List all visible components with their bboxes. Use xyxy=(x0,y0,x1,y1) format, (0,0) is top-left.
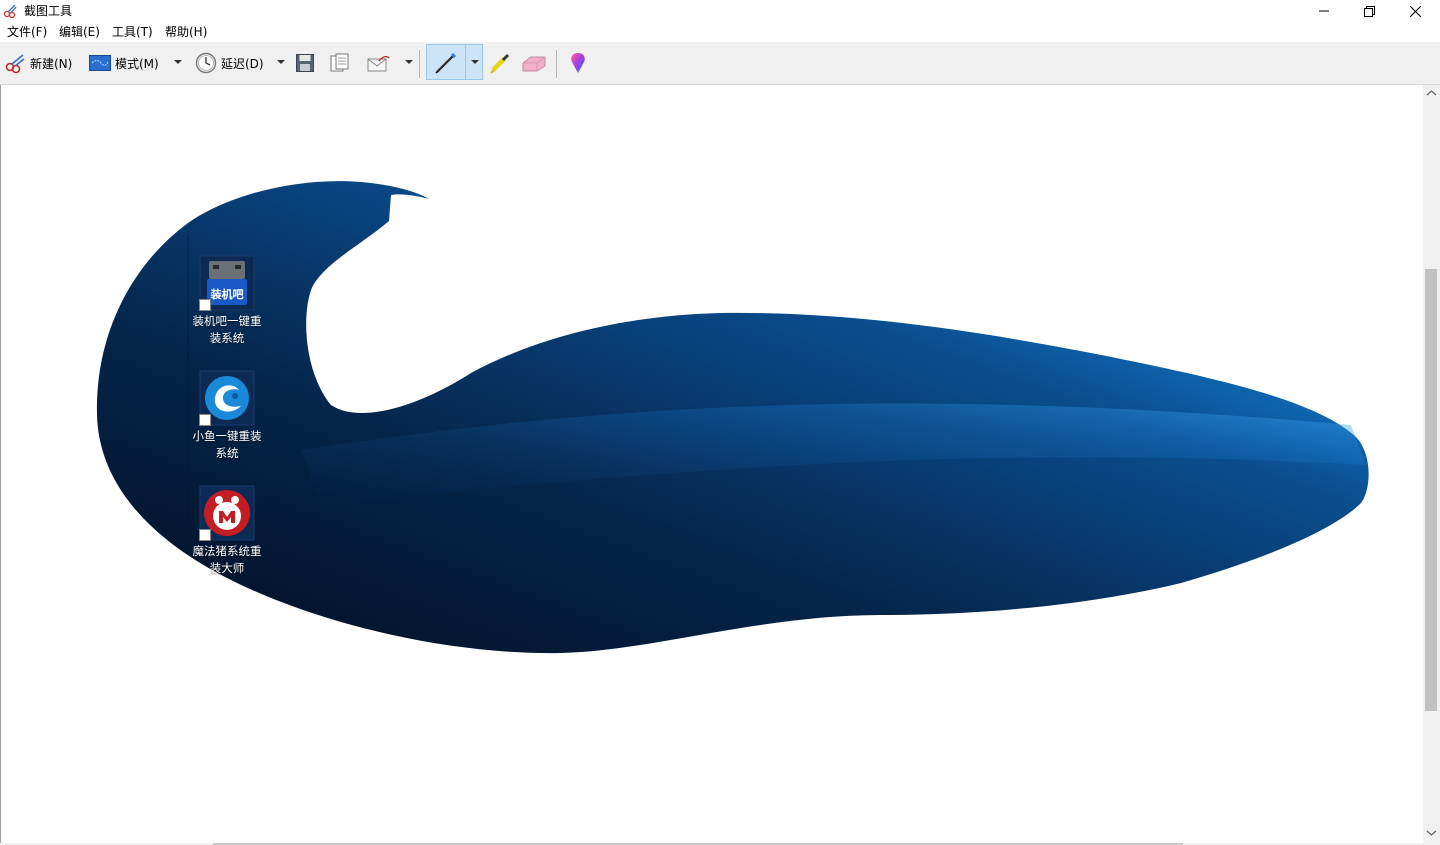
highlighter-button[interactable] xyxy=(489,42,511,84)
desktop-icon-label-line1: 小鱼一键重装 xyxy=(192,429,262,443)
copy-button[interactable] xyxy=(330,42,350,84)
toolbar-separator xyxy=(419,50,420,78)
window-title: 截图工具 xyxy=(24,4,73,18)
menu-file[interactable]: 文件(F) xyxy=(7,24,47,40)
restore-button[interactable] xyxy=(1346,0,1392,22)
title-bar: 截图工具 xyxy=(0,0,1440,22)
pen-dropdown-arrow[interactable] xyxy=(471,60,479,64)
delay-dropdown-arrow[interactable] xyxy=(277,60,285,64)
email-dropdown-arrow[interactable] xyxy=(405,60,413,64)
snipping-tool-window: 截图工具 文件(F) 编辑(E) 工具(T) 帮助(H) 新建(N) 模式(M)… xyxy=(0,0,1440,845)
desktop-icon-mofazhu[interactable]: 魔法猪系统重 装大师 xyxy=(187,485,267,577)
new-snip-button[interactable]: 新建(N) xyxy=(4,42,72,84)
save-button[interactable] xyxy=(296,42,314,84)
eraser-button[interactable] xyxy=(521,42,547,84)
delay-button[interactable]: 延迟(D) xyxy=(195,42,264,84)
menu-tools[interactable]: 工具(T) xyxy=(112,24,153,40)
scissors-app-icon xyxy=(3,4,17,19)
desktop-icon-label-line2: 装系统 xyxy=(209,331,245,345)
pen-split-divider xyxy=(465,44,466,80)
scroll-down-icon[interactable] xyxy=(1423,827,1440,839)
vertical-scrollbar-thumb[interactable] xyxy=(1425,269,1437,711)
menu-help[interactable]: 帮助(H) xyxy=(165,24,207,40)
scroll-up-icon[interactable] xyxy=(1423,87,1440,99)
close-icon xyxy=(1409,5,1421,17)
paint3d-icon xyxy=(571,53,585,73)
copy-icon xyxy=(330,53,349,72)
eraser-icon xyxy=(522,56,546,72)
shortcut-arrow-icon xyxy=(199,529,211,541)
vertical-scrollbar[interactable] xyxy=(1423,85,1440,845)
desktop-icon-zhuangjiba[interactable]: 装机吧 装机吧一键重 装系统 xyxy=(187,255,267,347)
snip-canvas[interactable]: 装机吧 装机吧一键重 装系统 小鱼一键重装 系统 魔法猪系统重 装大师 xyxy=(0,85,1423,843)
save-icon xyxy=(296,54,314,72)
mode-button[interactable]: 模式(M) xyxy=(89,42,159,84)
delay-label: 延迟(D) xyxy=(221,56,264,71)
desktop-icon-label-line2: 系统 xyxy=(215,446,239,460)
shortcut-arrow-icon xyxy=(199,299,211,311)
desktop-icon-xiaoyu[interactable]: 小鱼一键重装 系统 xyxy=(187,370,267,462)
menu-bar: 文件(F) 编辑(E) 工具(T) 帮助(H) xyxy=(0,22,1440,42)
restore-icon xyxy=(1363,5,1375,17)
new-snip-label: 新建(N) xyxy=(30,56,73,71)
email-icon xyxy=(367,55,390,72)
pen-icon xyxy=(435,52,457,74)
desktop-icon-label-line2: 装大师 xyxy=(209,561,245,575)
minimize-icon xyxy=(1319,10,1329,12)
minimize-button[interactable] xyxy=(1301,0,1347,22)
zhuangjiba-badge-text: 装机吧 xyxy=(210,287,244,301)
mode-icon xyxy=(89,55,111,71)
toolbar-separator-2 xyxy=(556,50,557,78)
scissors-icon xyxy=(5,54,25,74)
menu-edit[interactable]: 编辑(E) xyxy=(59,24,100,40)
desktop-icon-label-line1: 魔法猪系统重 xyxy=(192,544,262,558)
highlighter-icon xyxy=(490,53,510,74)
desktop-icon-label-line1: 装机吧一键重 xyxy=(192,314,262,328)
free-form-snip-image xyxy=(96,181,1369,654)
clock-icon xyxy=(195,52,217,74)
mode-label: 模式(M) xyxy=(115,56,159,71)
send-email-button[interactable] xyxy=(367,42,391,84)
mode-dropdown-arrow[interactable] xyxy=(174,60,182,64)
pen-icon-wrap[interactable] xyxy=(434,42,458,84)
paint3d-button[interactable] xyxy=(569,42,587,84)
shortcut-arrow-icon xyxy=(199,414,211,426)
close-button[interactable] xyxy=(1392,0,1438,22)
